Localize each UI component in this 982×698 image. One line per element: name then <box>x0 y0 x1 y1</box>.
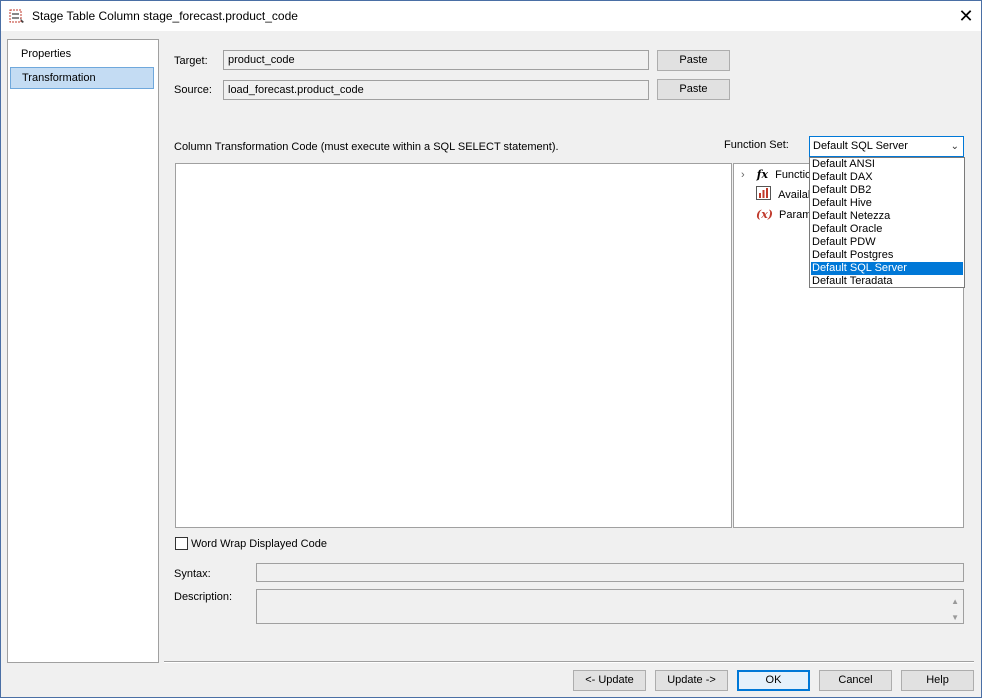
footer-separator <box>164 661 974 663</box>
code-caption: Column Transformation Code (must execute… <box>174 141 559 153</box>
update-previous-button[interactable]: <- Update <box>573 670 646 691</box>
nav-item-properties[interactable]: Properties <box>10 43 154 65</box>
ok-button[interactable]: OK <box>737 670 810 691</box>
chevron-down-icon[interactable]: ⌄ <box>951 137 959 156</box>
bar-chart-icon <box>756 186 771 200</box>
section-nav: Properties Transformation <box>7 39 159 663</box>
source-label: Source: <box>174 84 212 96</box>
paste-source-button[interactable]: Paste <box>657 79 730 100</box>
function-set-label: Function Set: <box>724 139 789 151</box>
tree-item-label: Functio <box>775 169 812 181</box>
option-default-hive[interactable]: Default Hive <box>811 197 963 210</box>
scroll-down-icon[interactable]: ▼ <box>951 609 959 623</box>
chevron-right-icon[interactable]: › <box>741 169 745 181</box>
target-field: product_code <box>223 50 649 70</box>
paste-target-button[interactable]: Paste <box>657 50 730 71</box>
syntax-field <box>256 563 964 582</box>
syntax-label: Syntax: <box>174 568 211 580</box>
option-default-netezza[interactable]: Default Netezza <box>811 210 963 223</box>
close-icon: ✕ <box>958 5 974 26</box>
close-button[interactable]: ✕ <box>951 1 981 31</box>
title-bar: Stage Table Column stage_forecast.produc… <box>1 1 981 31</box>
parameter-x-icon: (x) <box>756 208 773 221</box>
option-default-pdw[interactable]: Default PDW <box>811 236 963 249</box>
option-default-postgres[interactable]: Default Postgres <box>811 249 963 262</box>
word-wrap-label[interactable]: Word Wrap Displayed Code <box>191 538 327 550</box>
function-set-value: Default SQL Server <box>813 140 908 152</box>
option-default-ansi[interactable]: Default ANSI <box>811 158 963 171</box>
function-fx-icon: fx <box>756 168 769 181</box>
word-wrap-checkbox[interactable] <box>175 537 188 550</box>
option-default-teradata[interactable]: Default Teradata <box>811 275 963 288</box>
description-field: ▲ ▼ <box>256 589 964 624</box>
help-button[interactable]: Help <box>901 670 974 691</box>
function-set-select[interactable]: Default SQL Server ⌄ <box>809 136 964 157</box>
update-next-button[interactable]: Update -> <box>655 670 728 691</box>
cancel-button[interactable]: Cancel <box>819 670 892 691</box>
option-default-oracle[interactable]: Default Oracle <box>811 223 963 236</box>
table-column-icon <box>9 9 24 23</box>
tree-item-functions[interactable]: › fx Functio <box>741 166 811 184</box>
nav-item-transformation[interactable]: Transformation <box>10 67 154 89</box>
option-default-db2[interactable]: Default DB2 <box>811 184 963 197</box>
transformation-code-editor[interactable] <box>175 163 732 528</box>
tree-item-available[interactable]: Availab <box>756 186 814 204</box>
target-label: Target: <box>174 55 208 67</box>
window-title: Stage Table Column stage_forecast.produc… <box>32 9 298 23</box>
dialog-window: Stage Table Column stage_forecast.produc… <box>0 0 982 698</box>
source-field: load_forecast.product_code <box>223 80 649 100</box>
option-default-dax[interactable]: Default DAX <box>811 171 963 184</box>
option-default-sql-server[interactable]: Default SQL Server <box>811 262 963 275</box>
description-label: Description: <box>174 591 233 603</box>
function-set-dropdown-list: Default ANSI Default DAX Default DB2 Def… <box>809 157 965 288</box>
